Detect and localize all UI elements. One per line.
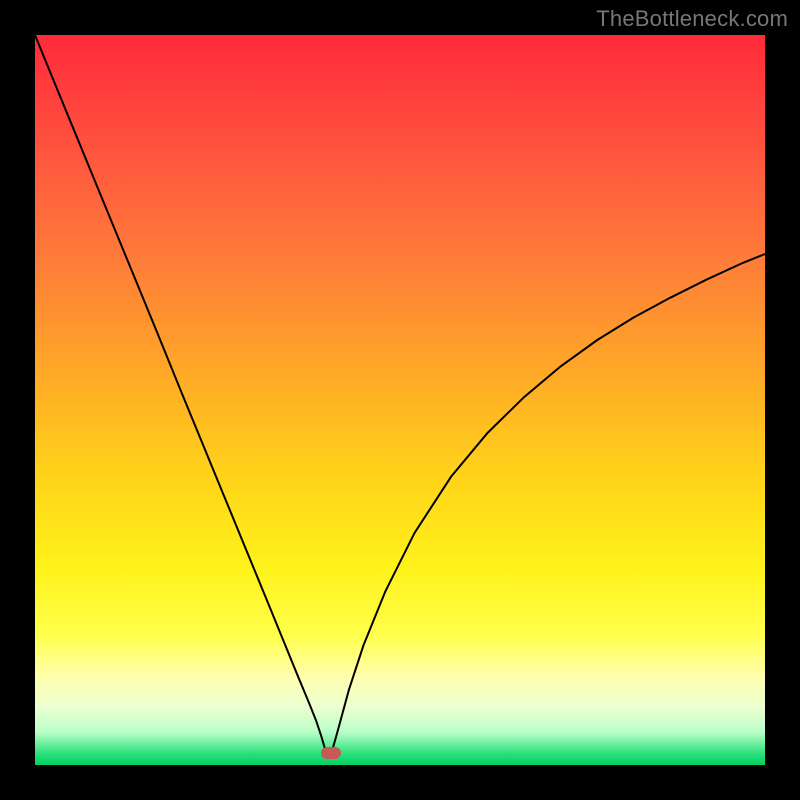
chart-frame: TheBottleneck.com [0, 0, 800, 800]
plot-area [35, 35, 765, 765]
watermark-text: TheBottleneck.com [596, 6, 788, 32]
optimal-point-marker [321, 747, 341, 759]
bottleneck-curve [35, 35, 765, 765]
